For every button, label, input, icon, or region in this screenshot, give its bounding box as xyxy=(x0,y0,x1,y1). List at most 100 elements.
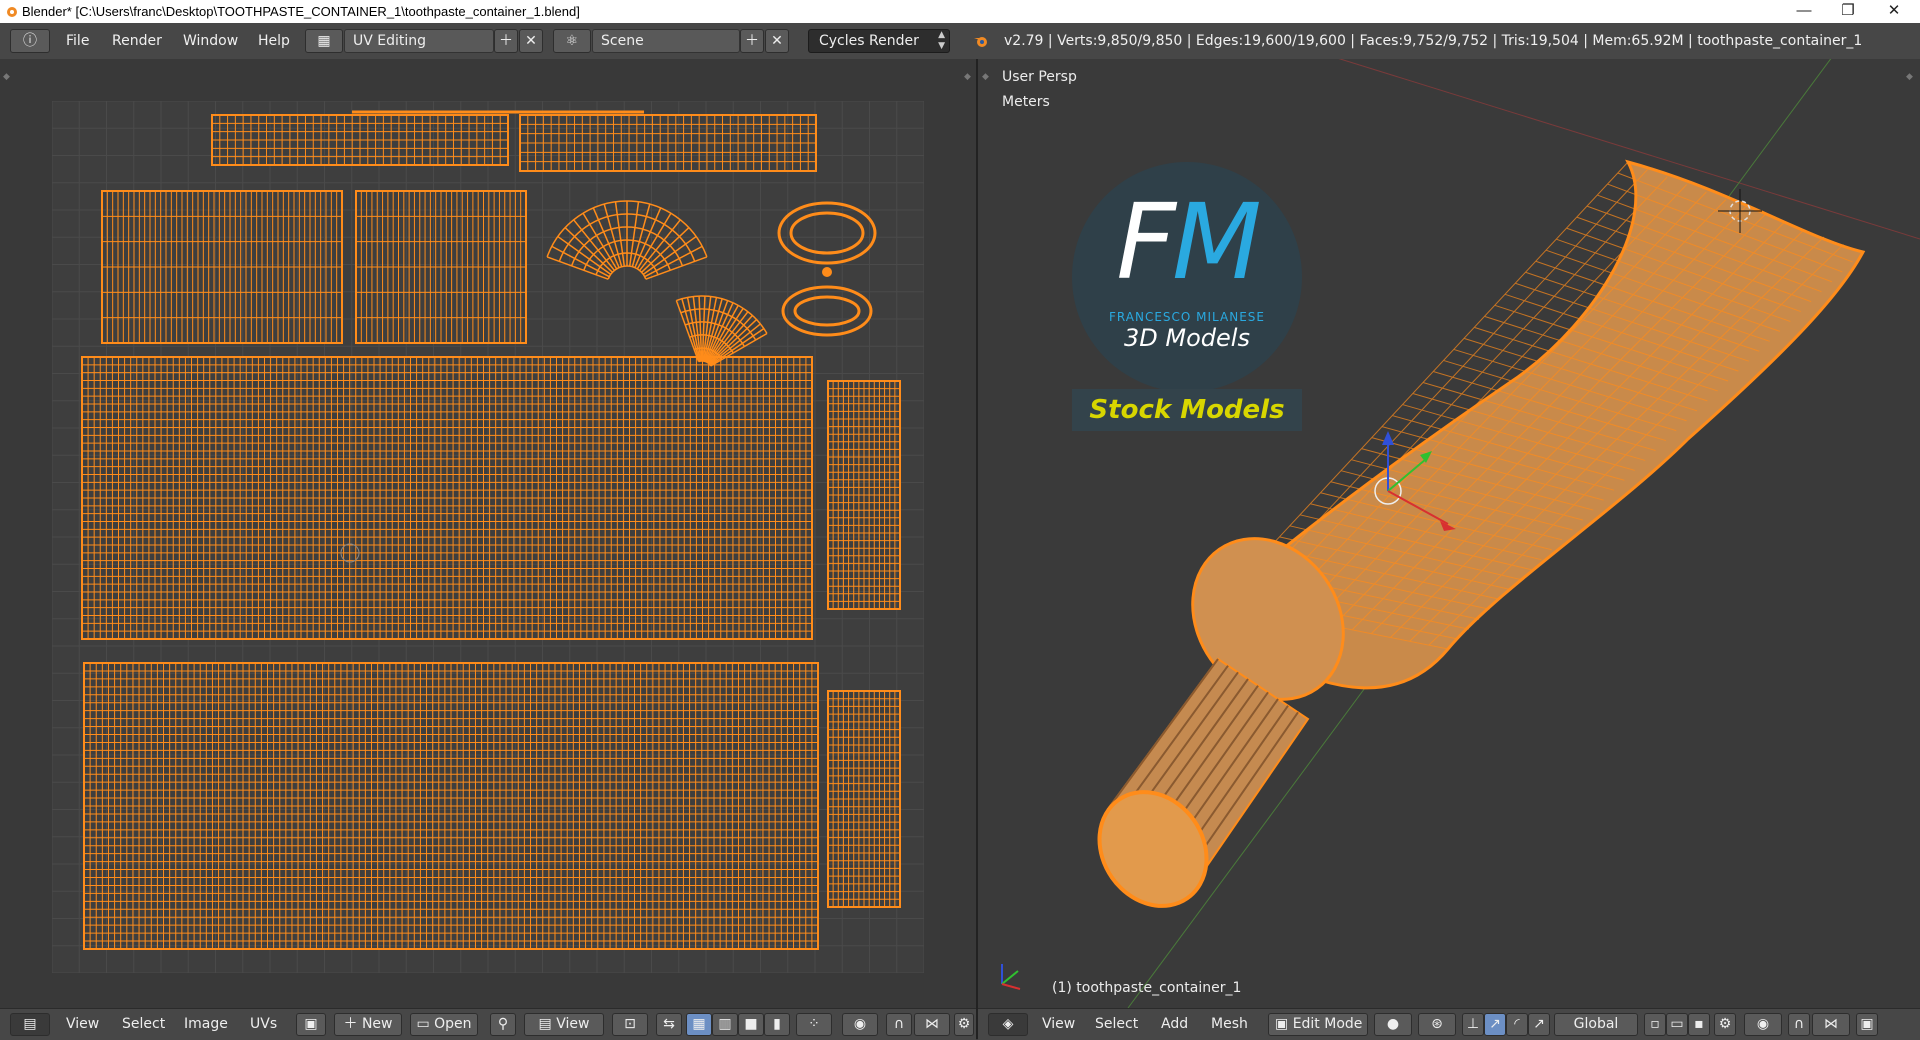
shading-sphere-icon: ● xyxy=(1386,1016,1400,1032)
view-menu[interactable]: View xyxy=(1042,1013,1075,1036)
translate-manipulator-button[interactable]: ↗ xyxy=(1484,1013,1506,1036)
area-split-corner-icon[interactable]: ◆ xyxy=(3,72,10,82)
scale-manipulator-button[interactable]: ↗ xyxy=(1528,1013,1550,1036)
edge-select-icon: ▥ xyxy=(718,1016,732,1032)
uv-menu-image[interactable]: Image xyxy=(184,1013,228,1036)
editor-type-3d-button[interactable]: ◈ xyxy=(988,1013,1028,1036)
select-menu[interactable]: Select xyxy=(1095,1013,1138,1036)
rotate-manipulator-button[interactable]: ◜ xyxy=(1506,1013,1528,1036)
pivot-point-dropdown[interactable]: ⊛ xyxy=(1418,1013,1456,1036)
menu-help[interactable]: Help xyxy=(258,29,290,53)
snap-element-icon: ⋈ xyxy=(1824,1016,1838,1032)
magnet-icon: ∩ xyxy=(1793,1016,1805,1032)
manipulator-icon: ⊥ xyxy=(1466,1016,1480,1032)
render-engine-dropdown[interactable]: Cycles Render ▲ ▼ xyxy=(808,29,950,53)
view-axis-indicator xyxy=(1001,964,1021,990)
snap-element-dropdown[interactable]: ⋈ xyxy=(1812,1013,1850,1036)
minimize-button[interactable]: — xyxy=(1782,0,1826,23)
restore-button[interactable]: ❐ xyxy=(1826,0,1870,23)
add-menu[interactable]: Add xyxy=(1161,1013,1188,1036)
delete-scene-button[interactable]: ✕ xyxy=(765,29,789,53)
active-object-label: (1) toothpaste_container_1 xyxy=(1052,980,1242,996)
uv-editor-extra-button[interactable]: ⚙ xyxy=(954,1013,974,1036)
3d-viewport[interactable]: User Persp Meters ◆ ◆ FM FRANCESCO MILAN… xyxy=(978,59,1920,1008)
island-select-icon: ▮ xyxy=(773,1016,781,1032)
close-button[interactable]: ✕ xyxy=(1872,0,1916,23)
new-image-button[interactable]: ＋ New xyxy=(334,1013,402,1036)
viewport-shading-dropdown[interactable]: ● xyxy=(1374,1013,1412,1036)
sync-selection-button[interactable]: ⇆ xyxy=(656,1013,682,1036)
uv-menu-uvs[interactable]: UVs xyxy=(250,1013,277,1036)
plus-icon: ＋ xyxy=(499,33,513,49)
new-image-label: New xyxy=(361,1016,393,1032)
menu-file[interactable]: File xyxy=(66,29,89,53)
vertex-select-button[interactable]: ▫ xyxy=(1644,1013,1666,1036)
browse-image-button[interactable]: ▣ xyxy=(296,1013,326,1036)
pin-button[interactable]: ⚲ xyxy=(490,1013,516,1036)
delete-screen-button[interactable]: ✕ xyxy=(519,29,543,53)
interaction-mode-dropdown[interactable]: ▣ Edit Mode xyxy=(1268,1013,1368,1036)
scene-name: Scene xyxy=(601,33,644,49)
uv-island-body-upper xyxy=(81,356,813,640)
area-split-corner-icon[interactable]: ◆ xyxy=(964,72,971,82)
area-split-corner-icon[interactable]: ◆ xyxy=(1906,72,1913,82)
uv-menu-view[interactable]: View xyxy=(66,1013,99,1036)
scene-icon: ⚛ xyxy=(565,33,579,49)
render-preview-button[interactable]: ▣ xyxy=(1856,1013,1878,1036)
sticky-select-icon: ⁘ xyxy=(808,1016,820,1032)
plus-icon: ＋ xyxy=(745,33,759,49)
screen-layout-field[interactable]: UV Editing xyxy=(344,29,494,53)
render-engine-value: Cycles Render xyxy=(819,33,919,49)
scene-field[interactable]: Scene xyxy=(592,29,740,53)
uv-image-editor[interactable]: ◆ ◆ xyxy=(0,59,976,1008)
edge-select-button[interactable]: ▭ xyxy=(1666,1013,1688,1036)
uv-menu-select[interactable]: Select xyxy=(122,1013,165,1036)
add-scene-button[interactable]: ＋ xyxy=(740,29,764,53)
area-split-corner-icon[interactable]: ◆ xyxy=(982,72,989,82)
island-select-mode-button[interactable]: ▮ xyxy=(764,1013,790,1036)
info-header: ⓘ File Render Window Help ▦ UV Editing ＋… xyxy=(0,23,1920,60)
transform-orientation-dropdown[interactable]: Global xyxy=(1554,1013,1638,1036)
uv-island-body-lower xyxy=(83,662,819,950)
editor-type-image-button[interactable]: ▤ xyxy=(10,1013,50,1036)
open-image-label: Open xyxy=(434,1016,472,1032)
image-mode-value: View xyxy=(556,1016,590,1032)
pivot-dropdown[interactable]: ⊡ xyxy=(612,1013,648,1036)
manipulator-toggle-button[interactable]: ⊥ xyxy=(1462,1013,1484,1036)
proportional-edit-icon: ◉ xyxy=(853,1016,867,1032)
menu-render[interactable]: Render xyxy=(112,29,162,53)
occlude-geometry-button[interactable]: ⚙ xyxy=(1714,1013,1736,1036)
uv-grid[interactable] xyxy=(52,101,924,973)
dropdown-arrows-icon: ▲ ▼ xyxy=(938,30,945,51)
face-select-button[interactable]: ▪ xyxy=(1688,1013,1710,1036)
uv-island-center-dot xyxy=(822,267,832,277)
camera-icon: ▣ xyxy=(1860,1016,1874,1032)
face-select-icon: ▪ xyxy=(1694,1016,1704,1032)
face-select-mode-button[interactable]: ■ xyxy=(738,1013,764,1036)
proportional-editing-icon: ◉ xyxy=(1756,1016,1770,1032)
edge-select-icon: ▭ xyxy=(1670,1016,1684,1032)
proportional-editing-dropdown[interactable]: ◉ xyxy=(1744,1013,1782,1036)
sticky-select-dropdown[interactable]: ⁘ xyxy=(796,1013,832,1036)
snap-target-dropdown[interactable]: ⋈ xyxy=(914,1013,950,1036)
screen-layout-selector[interactable]: ▦ xyxy=(305,29,343,53)
editor-type-info-button[interactable]: ⓘ xyxy=(10,29,50,53)
scene-selector[interactable]: ⚛ xyxy=(553,29,591,53)
magnet-icon: ∩ xyxy=(893,1016,905,1032)
logo-initials: FM xyxy=(1092,190,1282,294)
vertex-select-mode-button[interactable]: ▦ xyxy=(686,1013,712,1036)
add-screen-button[interactable]: ＋ xyxy=(494,29,518,53)
window-title: Blender* [C:\Users\franc\Desktop\TOOTHPA… xyxy=(22,4,580,19)
image-mode-dropdown[interactable]: ▤ View xyxy=(524,1013,604,1036)
vertex-select-icon: ▦ xyxy=(692,1016,706,1032)
info-icon: ⓘ xyxy=(23,33,37,49)
view-mode-icon: ▤ xyxy=(538,1016,557,1032)
open-image-button[interactable]: ▭ Open xyxy=(410,1013,478,1036)
unit-system: Meters xyxy=(1002,94,1050,110)
menu-window[interactable]: Window xyxy=(183,29,238,53)
snap-toggle-button[interactable]: ∩ xyxy=(886,1013,912,1036)
snap-button[interactable]: ∩ xyxy=(1788,1013,1810,1036)
mesh-menu[interactable]: Mesh xyxy=(1211,1013,1248,1036)
edge-select-mode-button[interactable]: ▥ xyxy=(712,1013,738,1036)
proportional-edit-dropdown[interactable]: ◉ xyxy=(842,1013,878,1036)
